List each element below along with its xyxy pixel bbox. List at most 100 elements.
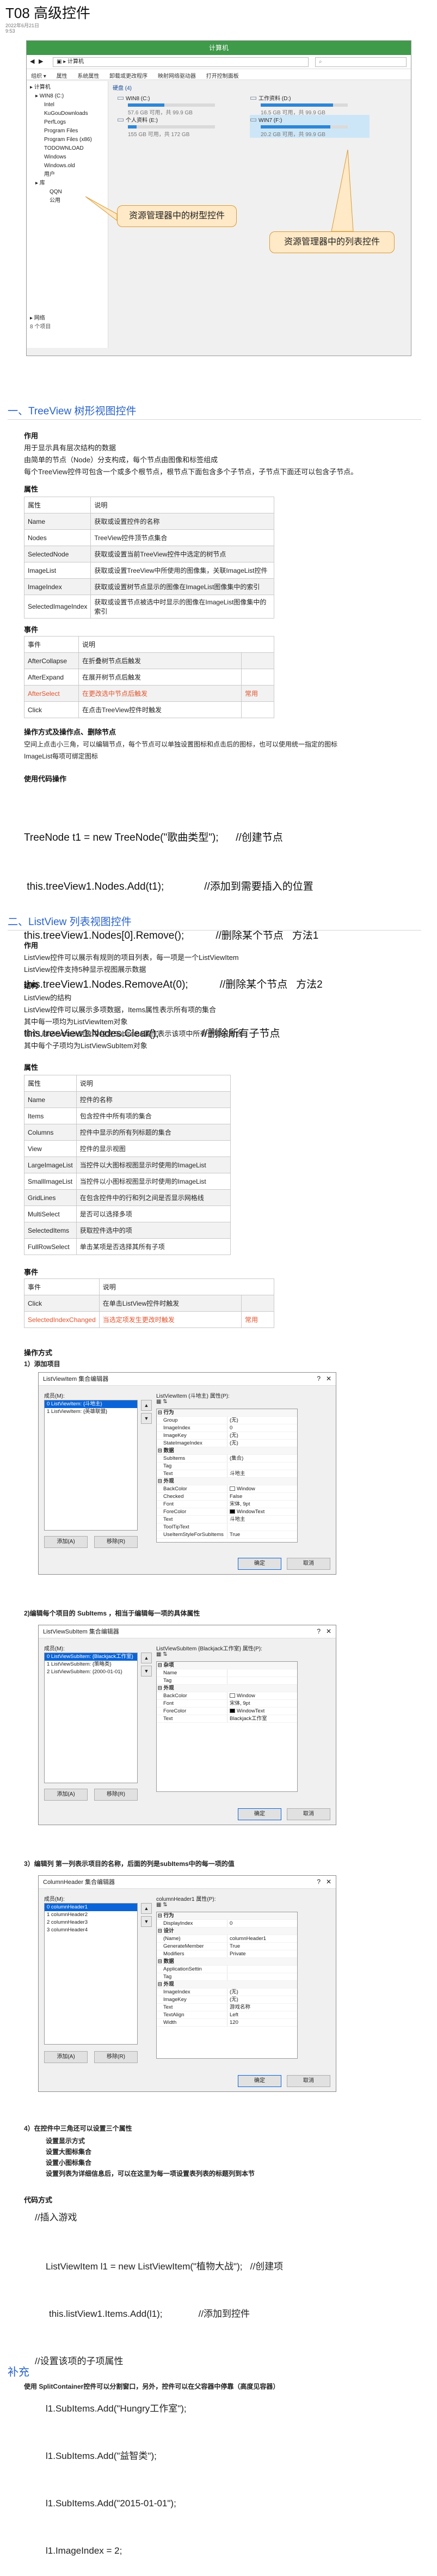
property-value[interactable]: (无) — [227, 1440, 297, 1447]
grid-row[interactable]: BackColor Window — [157, 1485, 297, 1493]
property-value[interactable]: Window — [227, 1485, 297, 1492]
property-value[interactable]: columnHeader1 — [227, 1935, 297, 1942]
grid-row[interactable]: Text 游戏名称 — [157, 2004, 297, 2011]
property-value[interactable]: (集合) — [227, 1455, 297, 1462]
grid-category[interactable]: ⊟ 设计 — [157, 1928, 297, 1935]
property-value[interactable]: WindowText — [227, 1508, 297, 1515]
remove-button[interactable]: 移除(R) — [94, 1789, 138, 1801]
grid-row[interactable]: ImageKey (无) — [157, 1432, 297, 1440]
members-list[interactable]: 0 ListViewSubItem: {Blackjack工作室} 1 List… — [44, 1653, 138, 1783]
property-value[interactable]: True — [227, 1531, 297, 1538]
move-up-button[interactable]: ▲ — [141, 1903, 152, 1914]
alphabetical-icon[interactable]: ⇅ — [163, 1399, 167, 1405]
categorized-icon[interactable]: ▦ — [156, 1399, 161, 1405]
property-grid[interactable]: ⊟ 行为 Group (无) ImageIndex 0 ImageKey (无) StateI… — [156, 1409, 298, 1543]
members-list[interactable]: 0 columnHeader1 1 columnHeader2 2 column… — [44, 1903, 138, 2045]
grid-row[interactable]: Tag — [157, 1677, 297, 1685]
remove-button[interactable]: 移除(R) — [94, 1536, 138, 1548]
grid-category[interactable]: ⊟ 行为 — [157, 1912, 297, 1920]
grid-row[interactable]: ImageKey (无) — [157, 1996, 297, 2004]
property-value[interactable]: 斗地主 — [227, 1516, 297, 1523]
cancel-button[interactable]: 取消 — [287, 2075, 330, 2087]
ok-button[interactable]: 确定 — [238, 2075, 281, 2087]
close-icon[interactable]: ✕ — [326, 1375, 331, 1382]
property-value[interactable]: 0 — [227, 1424, 297, 1431]
categorized-icon[interactable]: ▦ — [156, 1651, 161, 1657]
grid-row[interactable]: Tag — [157, 1463, 297, 1470]
grid-category[interactable]: ⊟ 数据 — [157, 1958, 297, 1966]
list-item[interactable]: 0 ListViewItem: {斗地主} — [45, 1400, 137, 1408]
property-value[interactable]: (无) — [227, 1432, 297, 1439]
list-item[interactable]: 1 columnHeader2 — [45, 1911, 137, 1919]
property-value[interactable]: 宋体, 9pt — [227, 1501, 297, 1508]
grid-row[interactable]: Width 120 — [157, 2019, 297, 2027]
grid-row[interactable]: Font 宋体, 9pt — [157, 1700, 297, 1708]
property-value[interactable] — [227, 1669, 297, 1676]
grid-row[interactable]: ForeColor WindowText — [157, 1708, 297, 1715]
property-value[interactable]: (无) — [227, 1417, 297, 1424]
grid-row[interactable]: StateImageIndex (无) — [157, 1440, 297, 1447]
property-value[interactable]: Blackjack工作室 — [227, 1715, 297, 1722]
grid-category[interactable]: ⊟ 外观 — [157, 1981, 297, 1988]
grid-row[interactable]: Tag — [157, 1973, 297, 1981]
grid-row[interactable]: Checked False — [157, 1493, 297, 1501]
property-value[interactable]: Private — [227, 1950, 297, 1957]
property-value[interactable]: 宋体, 9pt — [227, 1700, 297, 1707]
move-down-button[interactable]: ▼ — [141, 1666, 152, 1676]
alphabetical-icon[interactable]: ⇅ — [163, 1902, 167, 1908]
grid-row[interactable]: ImageIndex (无) — [157, 1988, 297, 1996]
grid-row[interactable]: SubItems (集合) — [157, 1455, 297, 1463]
grid-row[interactable]: Group (无) — [157, 1417, 297, 1424]
cancel-button[interactable]: 取消 — [287, 1808, 330, 1820]
grid-row[interactable]: Text Blackjack工作室 — [157, 1715, 297, 1723]
property-value[interactable]: (无) — [227, 1988, 297, 1996]
alphabetical-icon[interactable]: ⇅ — [163, 1651, 167, 1657]
grid-row[interactable]: GenerateMember True — [157, 1943, 297, 1950]
grid-category[interactable]: ⊟ 外观 — [157, 1478, 297, 1485]
help-icon[interactable]: ? — [317, 1627, 321, 1635]
grid-row[interactable]: ForeColor WindowText — [157, 1508, 297, 1516]
grid-row[interactable]: BackColor Window — [157, 1692, 297, 1700]
grid-category[interactable]: ⊟ 杂项 — [157, 1662, 297, 1669]
property-value[interactable]: False — [227, 1493, 297, 1500]
grid-row[interactable]: Name — [157, 1669, 297, 1677]
property-value[interactable]: 游戏名称 — [227, 2004, 297, 2011]
property-value[interactable]: WindowText — [227, 1708, 297, 1715]
cancel-button[interactable]: 取消 — [287, 1558, 330, 1570]
grid-row[interactable]: Text 斗地主 — [157, 1470, 297, 1478]
grid-row[interactable]: ApplicationSettin — [157, 1966, 297, 1973]
close-icon[interactable]: ✕ — [326, 1627, 331, 1635]
grid-row[interactable]: TextAlign Left — [157, 2011, 297, 2019]
property-grid[interactable]: ⊟ 行为 DisplayIndex 0 ⊟ 设计 (Name) columnHeader1… — [156, 1912, 298, 2059]
grid-category[interactable]: ⊟ 行为 — [157, 1409, 297, 1417]
grid-row[interactable]: Font 宋体, 9pt — [157, 1501, 297, 1508]
grid-row[interactable]: DisplayIndex 0 — [157, 1920, 297, 1928]
remove-button[interactable]: 移除(R) — [94, 2051, 138, 2063]
grid-category[interactable]: ⊟ 外观 — [157, 1685, 297, 1692]
add-button[interactable]: 添加(A) — [44, 1789, 88, 1801]
help-icon[interactable]: ? — [317, 1375, 321, 1382]
property-value[interactable]: 斗地主 — [227, 1470, 297, 1477]
property-value[interactable]: True — [227, 1943, 297, 1950]
property-value[interactable] — [227, 1677, 297, 1684]
property-value[interactable] — [227, 1966, 297, 1973]
members-list[interactable]: 0 ListViewItem: {斗地主} 1 ListViewItem: {英… — [44, 1400, 138, 1531]
add-button[interactable]: 添加(A) — [44, 2051, 88, 2063]
property-value[interactable]: (无) — [227, 1996, 297, 2003]
move-down-button[interactable]: ▼ — [141, 1916, 152, 1927]
grid-row[interactable]: Modifiers Private — [157, 1950, 297, 1958]
help-icon[interactable]: ? — [317, 1878, 321, 1886]
ok-button[interactable]: 确定 — [238, 1558, 281, 1570]
grid-row[interactable]: ToolTipText — [157, 1523, 297, 1531]
property-value[interactable]: 120 — [227, 2019, 297, 2026]
list-item[interactable]: 2 ListViewSubItem: {2000-01-01} — [45, 1668, 137, 1676]
grid-category[interactable]: ⊟ 数据 — [157, 1447, 297, 1455]
list-item[interactable]: 0 columnHeader1 — [45, 1904, 137, 1911]
move-up-button[interactable]: ▲ — [141, 1653, 152, 1663]
property-value[interactable] — [227, 1463, 297, 1470]
move-down-button[interactable]: ▼ — [141, 1413, 152, 1424]
list-item[interactable]: 1 ListViewItem: {英雄联盟} — [45, 1408, 137, 1416]
property-value[interactable]: Left — [227, 2011, 297, 2018]
categorized-icon[interactable]: ▦ — [156, 1902, 161, 1908]
list-item[interactable]: 0 ListViewSubItem: {Blackjack工作室} — [45, 1653, 137, 1661]
